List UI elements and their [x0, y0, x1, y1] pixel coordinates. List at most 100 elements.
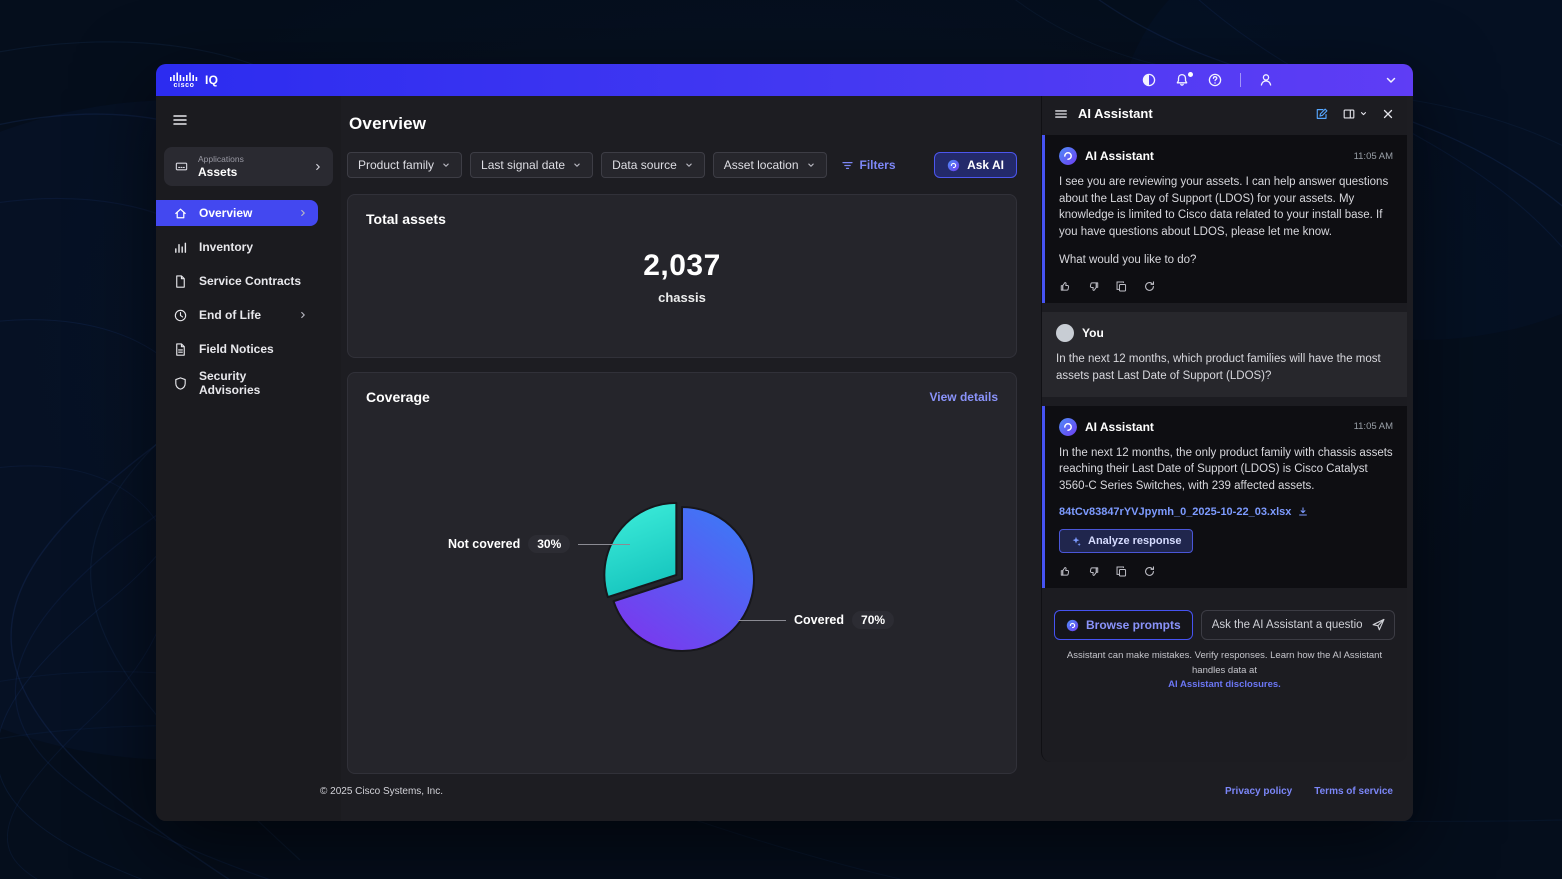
filter-bar: Product family Last signal date Data sou…	[347, 152, 1017, 178]
ask-ai-button[interactable]: Ask AI	[934, 152, 1017, 178]
sidebar-item-inventory[interactable]: Inventory	[156, 234, 318, 260]
thumbs-up-icon[interactable]	[1059, 280, 1072, 293]
ai-panel-header: AI Assistant	[1042, 96, 1407, 129]
ai-disclosures-link[interactable]: AI Assistant disclosures.	[1168, 679, 1281, 690]
menu-icon[interactable]	[1054, 107, 1068, 121]
close-icon[interactable]	[1381, 107, 1395, 121]
copy-icon[interactable]	[1115, 280, 1128, 293]
coverage-title: Coverage	[366, 389, 430, 405]
message-text: In the next 12 months, which product fam…	[1056, 351, 1393, 384]
filter-product-family[interactable]: Product family	[347, 152, 462, 178]
callout-line	[738, 620, 786, 621]
page-footer: © 2025 Cisco Systems, Inc. Privacy polic…	[320, 786, 1393, 797]
sidebar-item-security-advisories[interactable]: Security Advisories	[156, 370, 318, 396]
message-timestamp: 11:05 AM	[1354, 421, 1393, 432]
thumbs-down-icon[interactable]	[1087, 565, 1100, 578]
terms-of-service-link[interactable]: Terms of service	[1314, 786, 1393, 797]
page-title: Overview	[349, 114, 1017, 134]
document-icon	[173, 274, 188, 289]
help-icon[interactable]	[1207, 72, 1223, 88]
top-bar: cisco IQ	[156, 64, 1413, 96]
callout-line	[578, 544, 630, 545]
copyright-text: © 2025 Cisco Systems, Inc.	[320, 786, 443, 797]
filter-icon	[841, 159, 854, 172]
total-assets-value: 2,037	[366, 249, 998, 283]
filters-button[interactable]: Filters	[841, 158, 896, 172]
filter-last-signal-date[interactable]: Last signal date	[470, 152, 593, 178]
sidebar-item-field-notices[interactable]: Field Notices	[156, 336, 318, 362]
covered-pct-badge: 70%	[852, 611, 894, 629]
topbar-divider	[1240, 73, 1241, 87]
download-icon	[1297, 506, 1309, 518]
user-message: You In the next 12 months, which product…	[1042, 312, 1407, 396]
bar-chart-icon	[173, 240, 188, 255]
brand-product-name: IQ	[205, 73, 218, 87]
user-icon[interactable]	[1258, 72, 1274, 88]
sidebar-item-overview[interactable]: Overview	[156, 200, 318, 226]
sidebar-item-end-of-life[interactable]: End of Life	[156, 302, 318, 328]
thumbs-down-icon[interactable]	[1087, 280, 1100, 293]
layout-icon	[1342, 107, 1356, 121]
send-icon[interactable]	[1371, 617, 1386, 632]
topbar-actions	[1141, 72, 1399, 88]
main-content: Overview Product family Last signal date…	[341, 96, 1041, 821]
chevron-down-icon	[572, 160, 582, 170]
attachment-link[interactable]: 84tCv83847rYVJpymh_0_2025-10-22_03.xlsx	[1059, 506, 1393, 518]
sidebar: Applications Assets Overview	[156, 96, 341, 821]
sidebar-nav: Overview Inventory Service Contracts	[156, 200, 341, 396]
chevron-right-icon	[313, 162, 323, 172]
regenerate-icon[interactable]	[1143, 565, 1156, 578]
privacy-policy-link[interactable]: Privacy policy	[1225, 786, 1292, 797]
chevron-down-icon	[684, 160, 694, 170]
app-switcher-eyebrow: Applications	[198, 154, 304, 164]
chevron-down-icon	[806, 160, 816, 170]
copy-icon[interactable]	[1115, 565, 1128, 578]
not-covered-pct-badge: 30%	[528, 535, 570, 553]
feedback-actions	[1059, 280, 1393, 293]
app-switcher-label: Assets	[198, 165, 304, 179]
home-icon	[173, 206, 188, 221]
view-details-link[interactable]: View details	[930, 390, 998, 404]
sidebar-menu-icon[interactable]	[156, 108, 204, 143]
browse-prompts-button[interactable]: Browse prompts	[1054, 610, 1193, 640]
message-text: In the next 12 months, the only product …	[1059, 445, 1393, 495]
chevron-right-icon	[298, 208, 308, 218]
clock-icon	[173, 308, 188, 323]
total-assets-title: Total assets	[366, 211, 998, 227]
sidebar-item-service-contracts[interactable]: Service Contracts	[156, 268, 318, 294]
notifications-icon[interactable]	[1174, 72, 1190, 88]
total-assets-card: Total assets 2,037 chassis	[347, 194, 1017, 358]
ai-message-list: AI Assistant 11:05 AM I see you are revi…	[1042, 129, 1407, 610]
notification-badge	[1188, 72, 1193, 77]
ai-avatar	[1059, 418, 1077, 436]
brand-logo-text: cisco	[174, 82, 195, 89]
theme-icon[interactable]	[1141, 72, 1157, 88]
ai-panel-footer: Browse prompts Assistant can make mistak…	[1042, 610, 1407, 762]
thumbs-up-icon[interactable]	[1059, 565, 1072, 578]
app-window: cisco IQ	[156, 64, 1413, 821]
feedback-actions	[1059, 565, 1393, 578]
ai-assistant-panel: AI Assistant	[1041, 96, 1407, 762]
panel-layout-toggle[interactable]	[1342, 107, 1368, 121]
chevron-down-icon[interactable]	[1383, 72, 1399, 88]
ask-ai-input[interactable]	[1201, 610, 1395, 640]
chevron-right-icon	[298, 310, 308, 320]
ai-icon	[1066, 619, 1079, 632]
message-text: I see you are reviewing your assets. I c…	[1059, 174, 1393, 268]
filter-data-source[interactable]: Data source	[601, 152, 705, 178]
ai-panel-wrap: AI Assistant	[1041, 96, 1413, 821]
analyze-response-button[interactable]: Analyze response	[1059, 529, 1193, 553]
ai-disclaimer: Assistant can make mistakes. Verify resp…	[1054, 649, 1395, 692]
total-assets-unit: chassis	[366, 290, 998, 305]
ai-avatar	[1059, 147, 1077, 165]
filter-asset-location[interactable]: Asset location	[713, 152, 827, 178]
ai-panel-title: AI Assistant	[1078, 106, 1153, 121]
regenerate-icon[interactable]	[1143, 280, 1156, 293]
coverage-pie-chart	[592, 489, 772, 669]
edit-icon[interactable]	[1315, 107, 1329, 121]
document-icon	[173, 342, 188, 357]
app-switcher-assets[interactable]: Applications Assets	[164, 147, 333, 186]
brand: cisco IQ	[170, 72, 218, 89]
message-timestamp: 11:05 AM	[1354, 151, 1393, 162]
ai-icon	[947, 159, 960, 172]
